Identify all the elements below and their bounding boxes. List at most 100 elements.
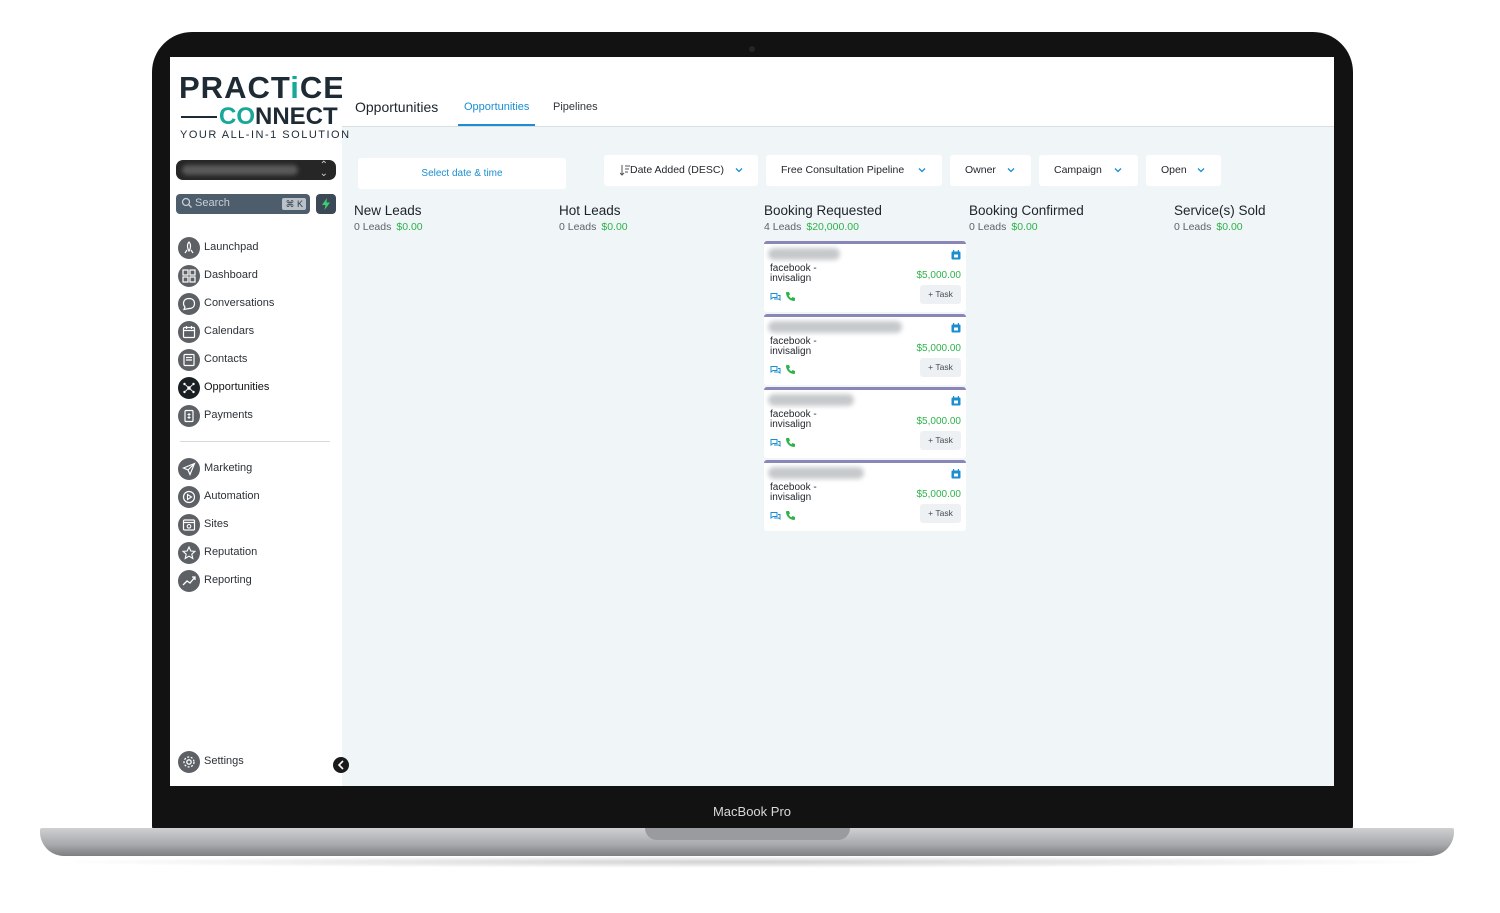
sort-dropdown[interactable]: Date Added (DESC) [604, 155, 758, 186]
sidebar-item-label: Marketing [204, 462, 253, 474]
column-title: Hot Leads [559, 203, 621, 218]
lead-count: 0 Leads [559, 221, 597, 233]
chevron-down-icon [1114, 168, 1122, 173]
page-title: Opportunities [355, 99, 439, 115]
collapse-sidebar-button[interactable] [333, 757, 349, 773]
sidebar-item-label: Launchpad [204, 241, 259, 253]
settings-icon [178, 751, 200, 773]
column-title: Booking Requested [764, 203, 882, 218]
phone-icon[interactable] [785, 510, 796, 521]
sidebar-item-dashboard[interactable]: Dashboard [178, 264, 338, 288]
lead-count: 0 Leads [969, 221, 1007, 233]
pipeline-column: New Leads 0 Leads $0.00 [354, 203, 554, 233]
column-title: Booking Confirmed [969, 203, 1084, 218]
logo: PRACTiCE CONNECT YOUR ALL-IN-1 SOLUTION [179, 71, 349, 143]
account-switcher[interactable]: ⌃ ⌄ [176, 160, 336, 180]
column-summary: 0 Leads $0.00 [969, 221, 1169, 233]
camera [749, 46, 755, 52]
add-task-button[interactable]: + Task [920, 358, 961, 377]
pipeline-dropdown[interactable]: Free Consultation Pipeline [766, 155, 942, 186]
lightning-icon [322, 198, 330, 210]
sidebar-item-settings[interactable]: Settings [178, 750, 338, 774]
reputation-icon [178, 542, 200, 564]
chevron-left-icon [337, 760, 344, 770]
contact-name-redacted [768, 248, 840, 260]
lead-source: facebook - invisalign [770, 482, 817, 503]
opportunity-value: $5,000.00 [916, 489, 962, 500]
sidebar-item-label: Reporting [204, 574, 252, 586]
contact-name-redacted [768, 394, 854, 406]
column-summary: 4 Leads $20,000.00 [764, 221, 964, 233]
phone-icon[interactable] [785, 364, 796, 375]
calendar-icon[interactable] [951, 469, 961, 479]
phone-icon[interactable] [785, 437, 796, 448]
sidebar-item-launchpad[interactable]: Launchpad [178, 236, 338, 260]
sidebar-item-reputation[interactable]: Reputation [178, 541, 338, 565]
sidebar-item-reporting[interactable]: Reporting [178, 569, 338, 593]
sidebar-item-contacts[interactable]: Contacts [178, 348, 338, 372]
message-icon[interactable] [770, 511, 781, 521]
add-task-button[interactable]: + Task [920, 431, 961, 450]
add-task-button[interactable]: + Task [920, 504, 961, 523]
calendar-icon[interactable] [951, 323, 961, 333]
quick-action-button[interactable] [316, 194, 336, 214]
search-shortcut: ⌘ K [282, 198, 306, 210]
column-amount: $0.00 [396, 221, 423, 233]
status-label: Open [1161, 164, 1187, 176]
logo-line1: PRACTiCE [179, 70, 345, 105]
opportunity-card[interactable]: facebook - invisalign $5,000.00 + Task [764, 314, 966, 385]
pipeline-column: Booking Confirmed 0 Leads $0.00 [969, 203, 1169, 233]
sidebar-item-label: Contacts [204, 353, 248, 365]
search-icon [181, 197, 192, 208]
sidebar-item-label: Payments [204, 409, 253, 421]
sidebar-item-marketing[interactable]: Marketing [178, 457, 338, 481]
campaign-label: Campaign [1054, 164, 1102, 176]
pipeline-column: Service(s) Sold 0 Leads $0.00 [1174, 203, 1334, 233]
tab-pipelines[interactable]: Pipelines [553, 101, 598, 113]
message-icon[interactable] [770, 365, 781, 375]
column-summary: 0 Leads $0.00 [559, 221, 759, 233]
sidebar-item-sites[interactable]: Sites [178, 513, 338, 537]
sidebar-item-calendars[interactable]: Calendars [178, 320, 338, 344]
campaign-dropdown[interactable]: Campaign [1039, 155, 1138, 186]
owner-label: Owner [965, 164, 996, 176]
message-icon[interactable] [770, 438, 781, 448]
calendar-icon[interactable] [951, 250, 961, 260]
contacts-icon [178, 349, 200, 371]
reporting-icon [178, 570, 200, 592]
search-bar[interactable]: Search ⌘ K [176, 194, 310, 214]
column-amount: $0.00 [601, 221, 628, 233]
account-name-redacted [182, 165, 298, 175]
sidebar-item-opportunities[interactable]: Opportunities [178, 376, 338, 400]
lead-count: 4 Leads [764, 221, 802, 233]
lead-count: 0 Leads [354, 221, 392, 233]
calendar-icon[interactable] [951, 396, 961, 406]
opportunity-card[interactable]: facebook - invisalign $5,000.00 + Task [764, 241, 966, 312]
sidebar-item-label: Reputation [204, 546, 258, 558]
phone-icon[interactable] [785, 291, 796, 302]
sidebar-item-automation[interactable]: Automation [178, 485, 338, 509]
marketing-icon [178, 458, 200, 480]
add-task-button[interactable]: + Task [920, 285, 961, 304]
sidebar-item-conversations[interactable]: Conversations [178, 292, 338, 316]
device-label: MacBook Pro [712, 804, 792, 819]
sidebar-item-payments[interactable]: Payments [178, 404, 338, 428]
opportunity-value: $5,000.00 [916, 270, 962, 281]
owner-dropdown[interactable]: Owner [950, 155, 1031, 186]
app-screen: PRACTiCE CONNECT YOUR ALL-IN-1 SOLUTION … [170, 57, 1334, 786]
tab-opportunities[interactable]: Opportunities [458, 101, 536, 126]
column-amount: $0.00 [1011, 221, 1038, 233]
opportunities-icon [178, 377, 200, 399]
column-summary: 0 Leads $0.00 [1174, 221, 1334, 233]
sites-icon [178, 514, 200, 536]
date-range-picker[interactable]: Select date & time [358, 158, 566, 189]
opportunity-card[interactable]: facebook - invisalign $5,000.00 + Task [764, 460, 966, 531]
search-placeholder: Search [195, 197, 230, 209]
status-dropdown[interactable]: Open [1146, 155, 1221, 186]
column-amount: $20,000.00 [806, 221, 859, 233]
sidebar: PRACTiCE CONNECT YOUR ALL-IN-1 SOLUTION … [170, 57, 349, 786]
message-icon[interactable] [770, 292, 781, 302]
sidebar-item-label: Opportunities [204, 381, 270, 393]
opportunity-card[interactable]: facebook - invisalign $5,000.00 + Task [764, 387, 966, 458]
chevron-down-icon [1007, 168, 1015, 173]
